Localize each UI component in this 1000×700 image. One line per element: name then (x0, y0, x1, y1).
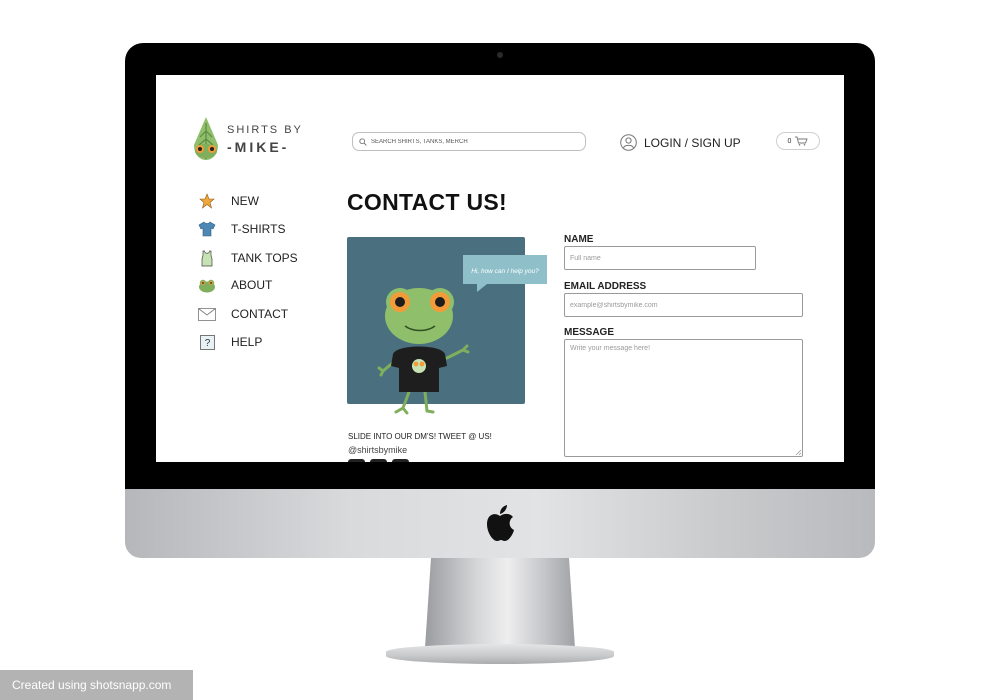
user-icon (620, 134, 637, 151)
nav-label-new: NEW (231, 194, 259, 208)
social-heading: SLIDE INTO OUR DM'S! TWEET @ US! (348, 432, 492, 441)
watermark: Created using shotsnapp.com (0, 670, 193, 700)
search-icon (359, 137, 367, 146)
facebook-icon[interactable] (348, 459, 365, 462)
cart-button[interactable]: 0 (776, 132, 820, 150)
twitter-icon[interactable] (370, 459, 387, 462)
name-field[interactable] (564, 246, 756, 270)
envelope-icon (198, 305, 216, 323)
brand-name-top: SHIRTS BY (227, 124, 303, 136)
name-label: NAME (564, 234, 594, 245)
speech-bubble-text: Hi, how can I help you? (471, 268, 539, 275)
message-textarea[interactable] (564, 339, 803, 457)
page-title: CONTACT US! (347, 189, 508, 215)
email-label: EMAIL ADDRESS (564, 281, 647, 292)
tank-top-icon (198, 249, 216, 267)
frog-mascot-illustration: Hi, how can I help you? (347, 237, 547, 415)
nav-item-new[interactable]: NEW (198, 191, 328, 211)
brand-name-bottom: -MIKE- (227, 139, 290, 155)
nav-item-help[interactable]: ? HELP (198, 332, 328, 352)
login-signup-label: LOGIN / SIGN UP (644, 135, 741, 150)
nav-label-tank-tops: TANK TOPS (231, 251, 298, 265)
cart-count: 0 (787, 137, 792, 145)
search-bar[interactable] (352, 132, 586, 151)
nav-label-contact: CONTACT (231, 307, 289, 321)
search-input[interactable] (367, 138, 576, 145)
frog-icon (198, 276, 216, 294)
tshirt-icon (198, 220, 216, 238)
login-signup-link[interactable]: LOGIN / SIGN UP (620, 134, 741, 151)
shopping-cart-icon (795, 136, 809, 146)
camera-icon (497, 52, 503, 58)
nav-item-tank-tops[interactable]: TANK TOPS (198, 248, 328, 268)
email-field[interactable] (564, 293, 803, 317)
svg-text:?: ? (204, 338, 210, 349)
nav-item-about[interactable]: ABOUT (198, 275, 328, 295)
nav-label-t-shirts: T-SHIRTS (231, 222, 286, 236)
social-handle[interactable]: @shirtsbymike (348, 445, 407, 455)
monitor-base (386, 644, 614, 664)
nav-item-t-shirts[interactable]: T-SHIRTS (198, 219, 328, 239)
brand-logo[interactable]: SHIRTS BY -MIKE- (190, 115, 320, 165)
nav-label-about: ABOUT (231, 278, 273, 292)
monitor-stand (425, 558, 575, 648)
question-icon: ? (198, 333, 216, 351)
apple-logo-icon (487, 505, 514, 541)
message-label: MESSAGE (564, 327, 615, 338)
nav-item-contact[interactable]: CONTACT (198, 304, 328, 324)
instagram-icon[interactable] (392, 459, 409, 462)
frog-tree-logo-icon (194, 117, 218, 160)
website-screen: SHIRTS BY -MIKE- LOGIN / SIGN UP 0 (156, 75, 844, 462)
star-icon (198, 192, 216, 210)
nav-label-help: HELP (231, 335, 263, 349)
resize-grip-icon[interactable] (794, 448, 802, 456)
social-icons (348, 459, 409, 462)
